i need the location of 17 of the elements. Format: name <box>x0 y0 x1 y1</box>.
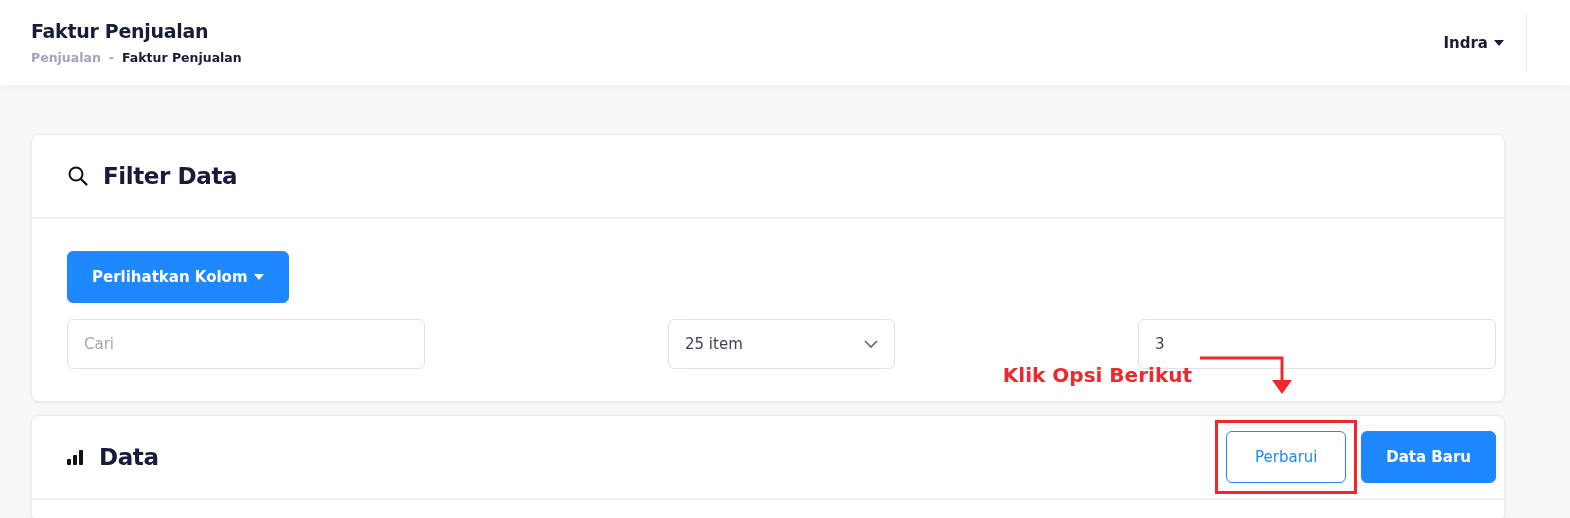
page-title: Faktur Penjualan <box>31 20 210 42</box>
breadcrumb-item[interactable]: Penjualan <box>31 50 101 65</box>
search-icon <box>67 165 89 187</box>
caret-icon <box>1494 39 1504 46</box>
items-per-page-select[interactable]: 25 item <box>668 319 895 369</box>
breadcrumb-separator: - <box>108 50 114 65</box>
chevron-down-icon <box>864 340 878 348</box>
bar-chart-icon <box>67 449 85 465</box>
caret-icon <box>253 274 264 280</box>
card-title: Data <box>99 444 159 470</box>
card-title: Filter Data <box>103 163 238 189</box>
show-columns-button[interactable]: Perlihatkan Kolom <box>67 251 289 303</box>
breadcrumb-item: Faktur Penjualan <box>122 50 242 65</box>
refresh-button[interactable]: Perbarui <box>1226 431 1347 483</box>
search-field[interactable]: Cari <box>67 319 425 369</box>
new-data-button[interactable]: Data Baru <box>1361 431 1496 483</box>
user-menu[interactable]: Indra <box>1437 13 1527 72</box>
